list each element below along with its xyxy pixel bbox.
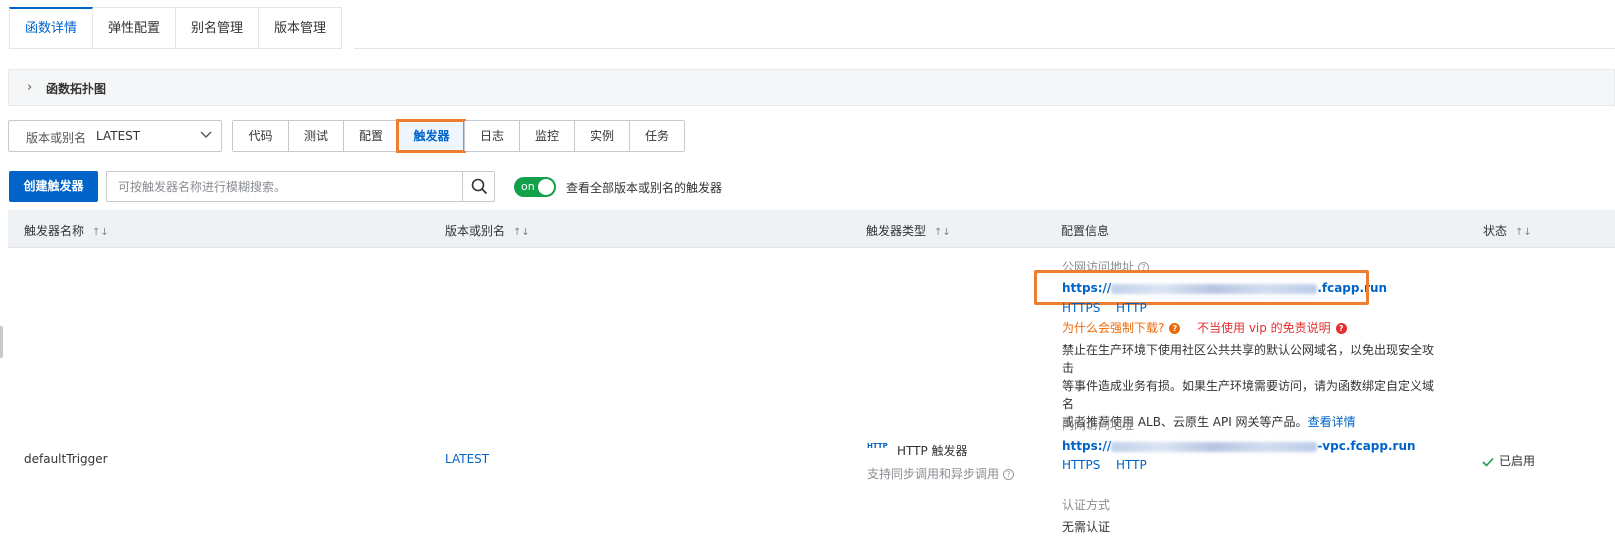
trigger-type-text: HTTP 触发器 [897,444,968,458]
status-badge: 已启用 [1482,452,1535,469]
trigger-search [106,171,495,202]
function-sub-tabs: 代码 测试 配置 触发器 日志 监控 实例 任务 [232,119,685,153]
th-trigger-name[interactable]: 触发器名称 ↑↓ [24,222,109,239]
internal-url-link[interactable]: https:// -vpc.fcapp.run [1062,439,1416,453]
check-icon [1482,457,1494,467]
topology-collapse[interactable]: › 函数拓扑图 [8,69,1615,106]
sort-icon[interactable]: ↑↓ [1515,227,1532,238]
sort-icon[interactable]: ↑↓ [513,227,530,238]
help-icon: ? [1335,323,1347,334]
side-handle[interactable] [0,326,3,358]
seg-monitoring[interactable]: 监控 [519,121,574,151]
sort-icon[interactable]: ↑↓ [92,227,109,238]
http-badge-icon: HTTP [867,442,888,450]
th-status[interactable]: 状态 ↑↓ [1483,222,1532,239]
status-text: 已启用 [1499,454,1536,468]
top-tabs: 函数详情 弹性配置 别名管理 版本管理 [9,7,343,49]
table-header: 触发器名称 ↑↓ 版本或别名 ↑↓ 触发器类型 ↑↓ 配置信息 状态 ↑↓ [8,210,1615,248]
internal-url-prefix: https:// [1062,439,1112,453]
th-trigger-name-label: 触发器名称 [24,224,85,238]
toggle-label: 查看全部版本或别名的触发器 [566,181,723,195]
th-config-info: 配置信息 [1061,224,1110,238]
trigger-type-sub: 支持同步调用和异步调用? [867,465,1015,482]
auth-value: 无需认证 [1062,520,1111,534]
seg-test[interactable]: 测试 [288,121,343,151]
tabs-divider [354,48,1615,49]
toggle-state-text: on [521,180,535,193]
notice-line-2: 等事件造成业务有损。如果生产环境需要访问，请为函数绑定自定义域名 [1062,379,1435,411]
seg-logs[interactable]: 日志 [464,121,519,151]
version-select-label: 版本或别名 [26,131,87,145]
create-trigger-button[interactable]: 创建触发器 [9,171,98,202]
search-input[interactable] [107,172,463,201]
tab-alias-management[interactable]: 别名管理 [176,7,260,49]
tab-elastic-config[interactable]: 弹性配置 [93,7,177,49]
public-http-link[interactable]: HTTP [1116,301,1147,315]
auth-title: 认证方式 [1062,498,1111,512]
trigger-version-link[interactable]: LATEST [445,452,489,466]
version-select-value: LATEST [96,129,141,143]
help-icon: ? [1169,323,1181,334]
forced-download-link[interactable]: 为什么会强制下载?? [1062,319,1181,336]
search-button[interactable] [462,172,494,201]
redacted-host [1111,441,1318,452]
seg-instances[interactable]: 实例 [574,121,629,151]
public-https-link[interactable]: HTTPS [1062,301,1100,315]
internal-url-title: 内网访问地址 [1062,418,1135,432]
vip-disclaimer-link[interactable]: 不当使用 vip 的免责说明? [1197,319,1347,336]
show-all-versions-toggle[interactable]: on [514,177,556,197]
view-details-link[interactable]: 查看详情 [1308,415,1356,429]
tab-version-management[interactable]: 版本管理 [259,7,343,49]
trigger-type-sub-label: 支持同步调用和异步调用 [867,467,1000,481]
toggle-knob [538,179,554,195]
chevron-down-icon [200,131,212,138]
sort-icon[interactable]: ↑↓ [934,227,951,238]
topology-label: 函数拓扑图 [46,82,107,96]
th-trigger-type-label: 触发器类型 [866,224,927,238]
tab-function-details[interactable]: 函数详情 [9,7,94,49]
th-trigger-type[interactable]: 触发器类型 ↑↓ [866,222,951,239]
th-version[interactable]: 版本或别名 ↑↓ [445,222,530,239]
internal-https-link[interactable]: HTTPS [1062,458,1100,472]
version-alias-select[interactable]: 版本或别名 LATEST [8,120,222,152]
forced-download-label: 为什么会强制下载? [1062,321,1165,335]
trigger-name-cell: defaultTrigger [24,452,108,466]
seg-tasks[interactable]: 任务 [629,121,684,151]
seg-triggers[interactable]: 触发器 [396,119,466,153]
vip-disclaimer-label: 不当使用 vip 的免责说明 [1197,321,1331,335]
notice-line-1: 禁止在生产环境下使用社区公共共享的默认公网域名，以免出现安全攻击 [1062,343,1435,375]
internal-http-link[interactable]: HTTP [1116,458,1147,472]
seg-code[interactable]: 代码 [233,121,288,151]
help-icon[interactable]: ? [1003,469,1015,480]
chevron-right-icon: › [27,80,33,95]
highlight-box [1034,270,1369,305]
search-icon [471,178,487,194]
internal-url-suffix: -vpc.fcapp.run [1317,439,1416,453]
th-version-label: 版本或别名 [445,224,506,238]
th-status-label: 状态 [1483,224,1508,238]
seg-config[interactable]: 配置 [343,121,398,151]
